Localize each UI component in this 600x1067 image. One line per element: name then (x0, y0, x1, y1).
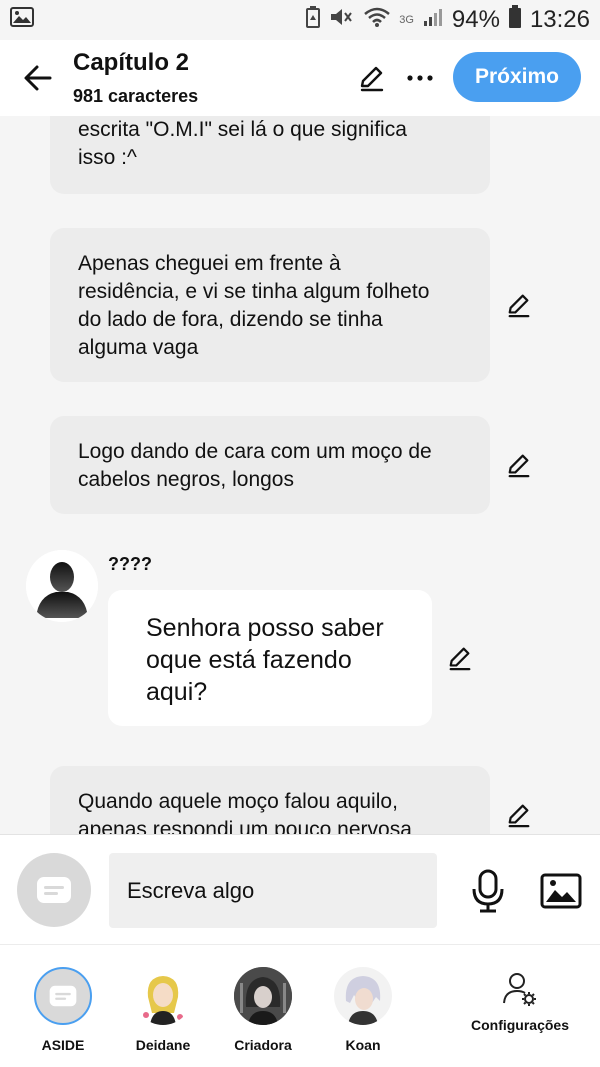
next-button[interactable]: Próximo (453, 52, 581, 102)
battery-percent: 94% (451, 6, 500, 33)
signal-icon (422, 6, 444, 34)
edit-message-button[interactable] (504, 800, 534, 830)
network-type: 3G (399, 14, 414, 26)
image-upload-button[interactable] (538, 869, 584, 913)
character-label: Koan (345, 1037, 381, 1053)
narration-text: Quando aquele moço falou aquilo, apenas … (78, 790, 412, 834)
microphone-icon (472, 869, 504, 913)
arrow-left-icon (24, 65, 52, 91)
narrator-selector-button[interactable] (17, 853, 91, 927)
narrator-icon (49, 985, 77, 1007)
status-bar: 3G 94% 13:26 (0, 0, 600, 40)
character-avatar (134, 967, 192, 1025)
narration-text: escrita "O.M.I" sei lá o que significa i… (78, 118, 407, 169)
edit-title-button[interactable] (354, 60, 390, 96)
image-icon (540, 873, 582, 909)
pencil-icon (508, 454, 530, 478)
gallery-notification-icon (10, 7, 34, 33)
character-name: ???? (108, 554, 152, 574)
app-screen: 3G 94% 13:26 Capítulo 2 981 caracteres P… (0, 0, 600, 1067)
settings-button[interactable]: Configurações (470, 971, 570, 1033)
message-composer (0, 834, 600, 944)
character-count: 981 caracteres (73, 86, 199, 106)
more-dots-icon (407, 75, 433, 81)
microphone-button[interactable] (464, 865, 512, 917)
user-settings-icon (503, 973, 536, 1006)
chapter-title: Capítulo 2 (73, 49, 190, 76)
character-tab-criadora[interactable]: Criadora (218, 967, 308, 1053)
narration-bubble[interactable]: Logo dando de cara com um moço de cabelo… (50, 416, 490, 514)
narrator-avatar (34, 967, 92, 1025)
character-label: Criadora (234, 1037, 292, 1053)
narration-bubble[interactable]: Quando aquele moço falou aquilo, apenas … (50, 766, 490, 834)
silhouette-avatar-icon (26, 550, 98, 622)
edit-message-button[interactable] (504, 450, 534, 480)
pencil-icon (449, 647, 471, 671)
more-options-button[interactable] (402, 60, 438, 96)
edit-message-button[interactable] (445, 643, 475, 673)
edit-message-button[interactable] (504, 290, 534, 320)
clock: 13:26 (529, 6, 590, 33)
character-avatar (334, 967, 392, 1025)
character-dialogue-bubble[interactable]: Senhora posso saber oque está fazendo aq… (108, 590, 432, 726)
character-tab-deidane[interactable]: Deidane (118, 967, 208, 1053)
narration-bubble[interactable]: Apenas cheguei em frente à residência, e… (50, 228, 490, 382)
back-button[interactable] (18, 58, 58, 98)
character-avatar (234, 967, 292, 1025)
narration-text: Apenas cheguei em frente à residência, e… (78, 252, 430, 359)
message-input[interactable] (109, 853, 437, 928)
character-label: Deidane (135, 1037, 191, 1053)
narrator-icon (37, 877, 71, 903)
character-bar: ASIDE Deidane Criadora Koan Configuraçõe… (0, 944, 600, 1067)
chat-area[interactable]: escrita "O.M.I" sei lá o que significa i… (0, 116, 600, 834)
mute-icon (329, 6, 355, 34)
wifi-icon (363, 6, 391, 34)
character-tab-aside[interactable]: ASIDE (18, 967, 108, 1053)
narration-text: Logo dando de cara com um moço de cabelo… (78, 440, 432, 491)
narration-bubble[interactable]: escrita "O.M.I" sei lá o que significa i… (50, 116, 490, 194)
character-label: ASIDE (41, 1037, 85, 1053)
character-tab-koan[interactable]: Koan (318, 967, 408, 1053)
battery-icon (508, 5, 522, 35)
recycle-battery-icon (305, 6, 321, 34)
settings-label: Configurações (470, 1017, 569, 1033)
pencil-icon (360, 66, 384, 92)
pencil-icon (508, 804, 530, 828)
pencil-icon (508, 294, 530, 318)
dialogue-text: Senhora posso saber oque está fazendo aq… (146, 614, 384, 706)
character-avatar[interactable] (26, 550, 98, 622)
chapter-header: Capítulo 2 981 caracteres Próximo (0, 40, 600, 116)
